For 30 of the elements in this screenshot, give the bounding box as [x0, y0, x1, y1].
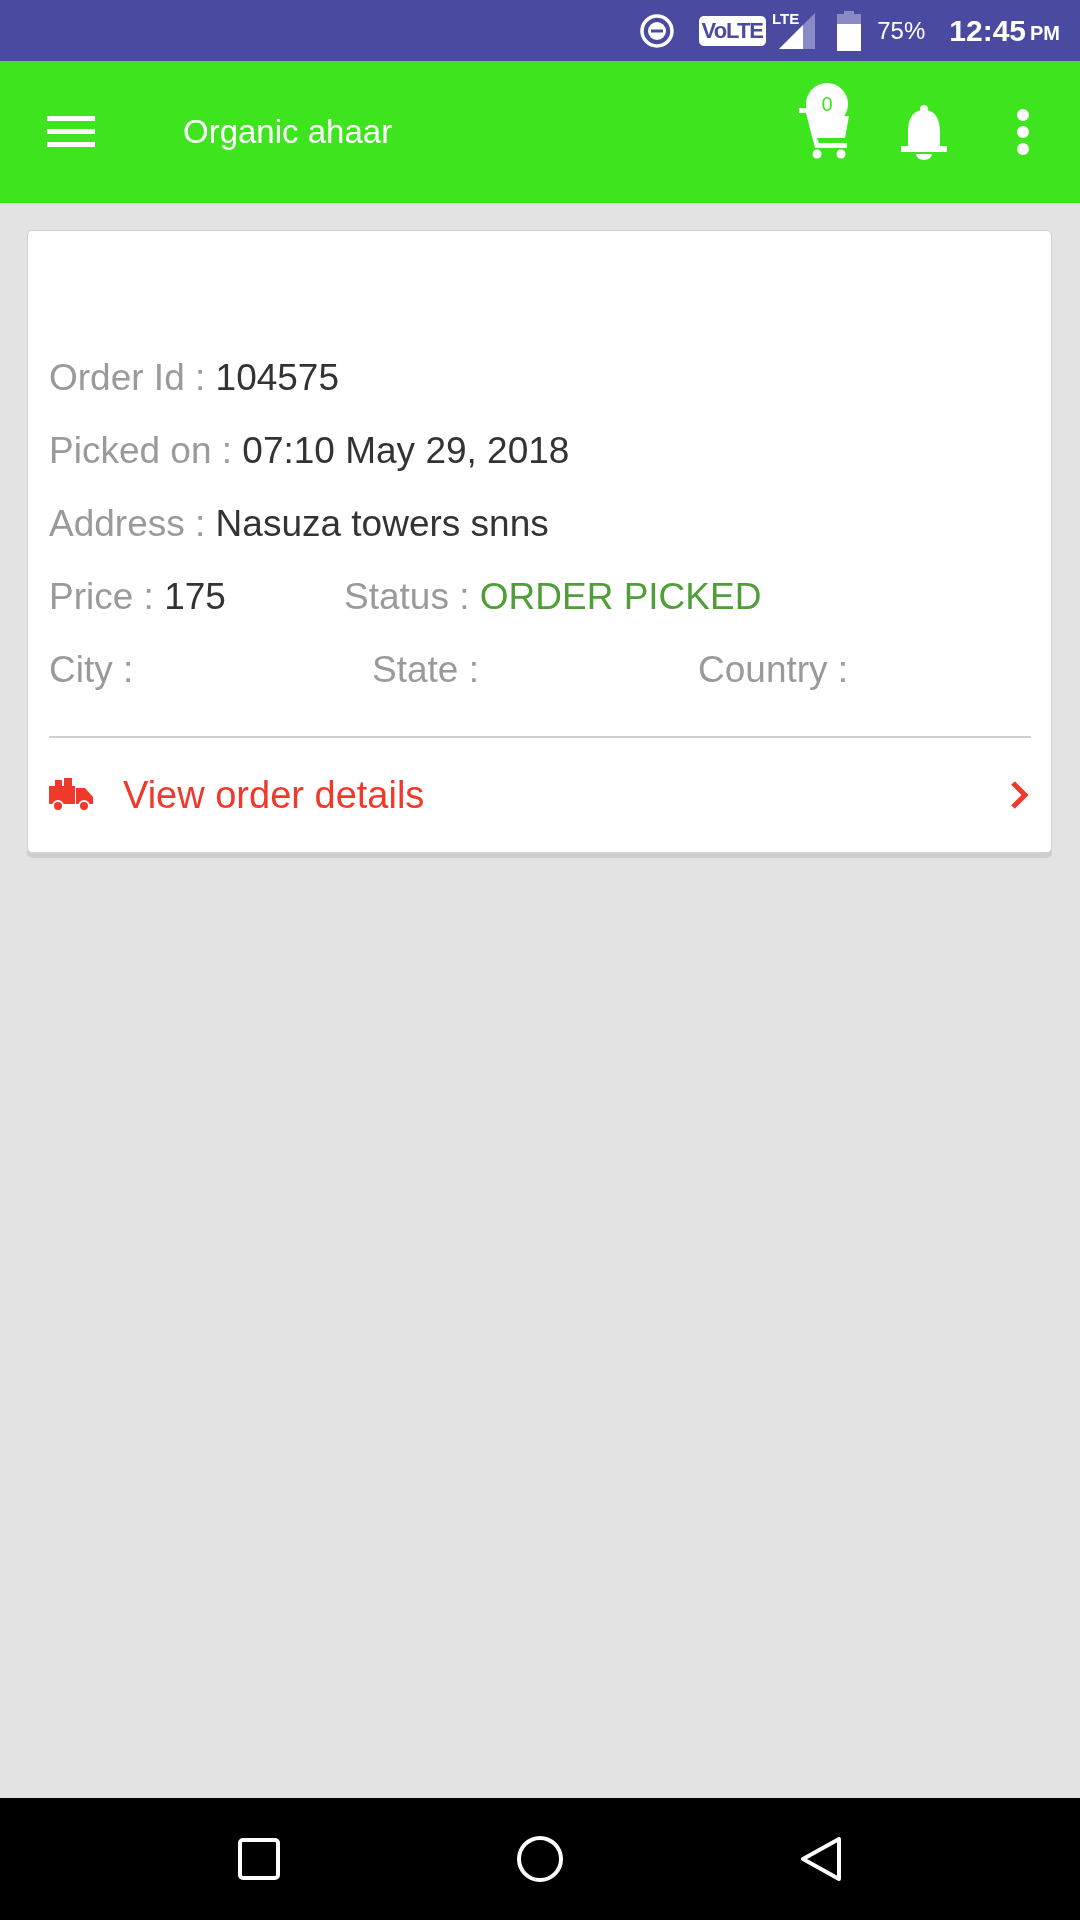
field-value: 07:10 May 29, 2018: [242, 429, 570, 471]
network-type: LTE: [772, 10, 800, 27]
back-button[interactable]: [798, 1835, 843, 1883]
field-label: Status :: [344, 575, 470, 617]
field-label: Country :: [698, 648, 849, 690]
field-label: State :: [372, 648, 479, 690]
recent-apps-button[interactable]: [237, 1837, 282, 1881]
do-not-disturb-icon: [638, 12, 675, 49]
field-value: ORDER PICKED: [479, 575, 762, 617]
volte-indicator: VoLTE: [698, 15, 766, 46]
field-label: Price :: [49, 575, 154, 617]
battery-icon: [837, 10, 862, 51]
view-order-details-link[interactable]: View order details: [49, 738, 1031, 852]
menu-button[interactable]: [47, 116, 95, 148]
battery-level: 75%: [877, 16, 926, 45]
home-button[interactable]: [516, 1835, 564, 1883]
more-options-button[interactable]: [1016, 108, 1030, 156]
field-value: 104575: [215, 356, 340, 398]
chevron-right-icon: [1009, 780, 1029, 810]
field-label: Address :: [49, 502, 206, 544]
truck-icon: [49, 778, 93, 812]
field-label: Picked on :: [49, 429, 233, 471]
app-title: Organic ahaar: [183, 113, 393, 151]
notifications-button[interactable]: [899, 104, 949, 160]
field-label: Order Id :: [49, 356, 206, 398]
field-value: Nasuza towers snns: [215, 502, 549, 544]
field-value: 175: [164, 575, 226, 617]
clock: 12:45: [949, 13, 1026, 48]
clock-period: PM: [1030, 22, 1060, 45]
field-label: City :: [49, 648, 134, 690]
